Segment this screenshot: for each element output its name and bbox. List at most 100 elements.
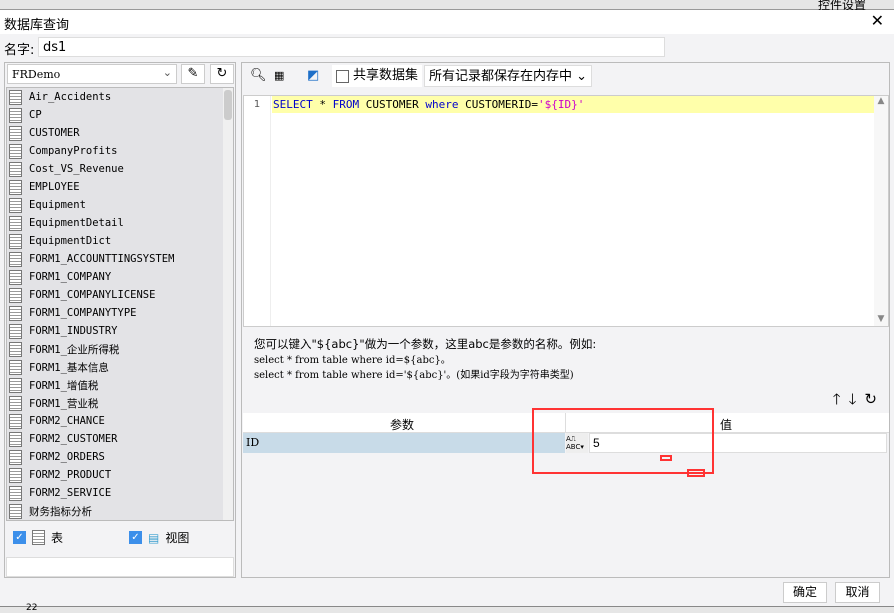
table-search-input[interactable] xyxy=(6,557,234,577)
table-icon xyxy=(9,125,22,141)
table-list-item[interactable]: FORM1_COMPANYTYPE xyxy=(7,304,233,322)
background-toolbar: 控件设置 xyxy=(0,0,894,12)
dialog-title: 数据库查询 xyxy=(4,18,70,33)
table-list-item[interactable]: EquipmentDetail xyxy=(7,214,233,232)
line-number: 1 xyxy=(244,96,271,326)
table-name: FORM2_CHANCE xyxy=(29,415,105,427)
storage-value: 所有记录都保存在内存中 xyxy=(429,69,573,84)
table-list-item[interactable]: FORM2_ORDERS xyxy=(7,448,233,466)
edit-connection-button[interactable]: ✎ xyxy=(181,64,205,84)
table-icon xyxy=(9,485,22,501)
table-name: FORM1_COMPANY xyxy=(29,271,112,283)
refresh-icon: ↻ xyxy=(216,66,228,81)
parameter-help: 您可以键入"${abc}"做为一个参数，这里abc是参数的名称。例如: sele… xyxy=(254,337,596,384)
name-row: 名字: xyxy=(0,35,894,59)
view-filter[interactable]: ✓ ▤ 视图 xyxy=(129,529,189,546)
table-list-item[interactable]: FORM2_PRODUCT xyxy=(7,466,233,484)
table-icon xyxy=(9,431,22,447)
table-list-item[interactable]: FORM1_ACCOUNTTINGSYSTEM xyxy=(7,250,233,268)
close-icon[interactable]: ✕ xyxy=(871,11,884,30)
table-list-item[interactable]: FORM2_SERVICE xyxy=(7,484,233,502)
highlight-marker xyxy=(687,469,705,477)
table-list-item[interactable]: EMPLOYEE xyxy=(7,178,233,196)
move-up-icon[interactable]: 🡑 xyxy=(833,390,849,408)
table-icon xyxy=(9,143,22,159)
preview-icon[interactable]: 🔍︎ xyxy=(250,65,267,87)
storage-select[interactable]: 所有记录都保存在内存中 ⌄ xyxy=(424,65,593,87)
table-icon xyxy=(9,413,22,429)
table-list-item[interactable]: CP xyxy=(7,106,233,124)
table-list-item[interactable]: FORM1_企业所得税 xyxy=(7,340,233,358)
table-name: FORM1_企业所得税 xyxy=(29,343,120,356)
table-name: FORM2_SERVICE xyxy=(29,487,112,499)
table-icon xyxy=(9,323,22,339)
table-icon xyxy=(9,287,22,303)
chevron-down-icon: ⌄ xyxy=(162,66,172,79)
table-icon xyxy=(9,377,22,393)
table-list-item[interactable]: FORM2_CUSTOMER xyxy=(7,430,233,448)
row-number: 22 xyxy=(26,603,38,613)
save-icon[interactable]: ◩ xyxy=(307,65,319,87)
table-list-item[interactable]: Air_Accidents xyxy=(7,88,233,106)
name-input[interactable] xyxy=(38,37,665,57)
table-list-item[interactable]: EquipmentDict xyxy=(7,232,233,250)
sql-editor[interactable]: 1 SELECT * FROM CUSTOMER where CUSTOMERI… xyxy=(243,95,889,327)
table-list-item[interactable]: 财务指标分析 xyxy=(7,502,233,520)
table-icon xyxy=(9,467,22,483)
sql-line[interactable]: SELECT * FROM CUSTOMER where CUSTOMERID=… xyxy=(272,96,876,113)
table-list-item[interactable]: FORM1_INDUSTRY xyxy=(7,322,233,340)
table-list-item[interactable]: FORM1_基本信息 xyxy=(7,358,233,376)
table-list-item[interactable]: FORM1_增值税 xyxy=(7,376,233,394)
table-icon xyxy=(32,530,45,545)
list-scrollbar[interactable] xyxy=(223,88,233,520)
share-checkbox[interactable] xyxy=(336,69,349,83)
table-checkbox[interactable]: ✓ xyxy=(13,531,26,544)
table-list-item[interactable]: CUSTOMER xyxy=(7,124,233,142)
table-list-item[interactable]: FORM2_CHANCE xyxy=(7,412,233,430)
table-name: FORM2_CUSTOMER xyxy=(29,433,118,445)
table-filter[interactable]: ✓ 表 xyxy=(13,529,63,546)
table-name: CP xyxy=(29,109,42,121)
help-example: select * from table where id='${abc}'。(如… xyxy=(254,370,574,381)
table-name: EquipmentDict xyxy=(29,235,112,247)
table-list-item[interactable]: Cost_VS_Revenue xyxy=(7,160,233,178)
table-icon xyxy=(9,89,22,105)
help-line: 您可以键入"${abc}"做为一个参数，这里abc是参数的名称。例如: xyxy=(254,337,597,351)
table-name: Air_Accidents xyxy=(29,91,112,103)
table-name: FORM1_COMPANYTYPE xyxy=(29,307,137,319)
table-name: FORM1_营业税 xyxy=(29,397,99,410)
cancel-button[interactable]: 取消 xyxy=(835,582,880,603)
edit-connection-icon: ✎ xyxy=(187,66,199,81)
table-icon xyxy=(9,179,22,195)
table-name: FORM1_COMPANYLICENSE xyxy=(29,289,156,301)
table-name: FORM1_INDUSTRY xyxy=(29,325,118,337)
ok-button[interactable]: 确定 xyxy=(783,582,827,603)
highlight-box xyxy=(532,408,714,474)
move-down-icon[interactable]: 🡓 xyxy=(849,390,865,408)
table-icon xyxy=(9,341,22,357)
table-name: FORM1_基本信息 xyxy=(29,361,109,374)
table-browser: FRDemo ⌄ ✎ ↻ Air_Accidents CP CUSTOMER Compa… xyxy=(4,62,236,578)
table-list-item[interactable]: FORM1_COMPANY xyxy=(7,268,233,286)
editor-scrollbar[interactable]: ▲ ▼ xyxy=(874,96,888,326)
table-icon xyxy=(9,197,22,213)
table-name: EMPLOYEE xyxy=(29,181,80,193)
refresh-button[interactable]: ↻ xyxy=(210,64,234,84)
sql-icon[interactable]: ▦ xyxy=(274,65,284,87)
refresh-params-icon[interactable]: ↻ xyxy=(864,390,885,408)
table-list-item[interactable]: FORM1_COMPANYLICENSE xyxy=(7,286,233,304)
connection-select[interactable]: FRDemo ⌄ xyxy=(7,64,177,84)
chevron-down-icon: ⌄ xyxy=(576,69,588,84)
view-checkbox[interactable]: ✓ xyxy=(129,531,142,544)
table-name: Cost_VS_Revenue xyxy=(29,163,124,175)
table-icon xyxy=(9,161,22,177)
table-name: FORM2_ORDERS xyxy=(29,451,105,463)
table-icon xyxy=(9,449,22,465)
share-dataset-checkbox[interactable]: 共享数据集 xyxy=(332,65,423,87)
table-name: CompanyProfits xyxy=(29,145,118,157)
table-list-item[interactable]: FORM1_营业税 xyxy=(7,394,233,412)
table-list-item[interactable]: Equipment xyxy=(7,196,233,214)
table-list-item[interactable]: CompanyProfits xyxy=(7,142,233,160)
table-icon xyxy=(9,233,22,249)
view-filter-label: 视图 xyxy=(165,531,190,545)
